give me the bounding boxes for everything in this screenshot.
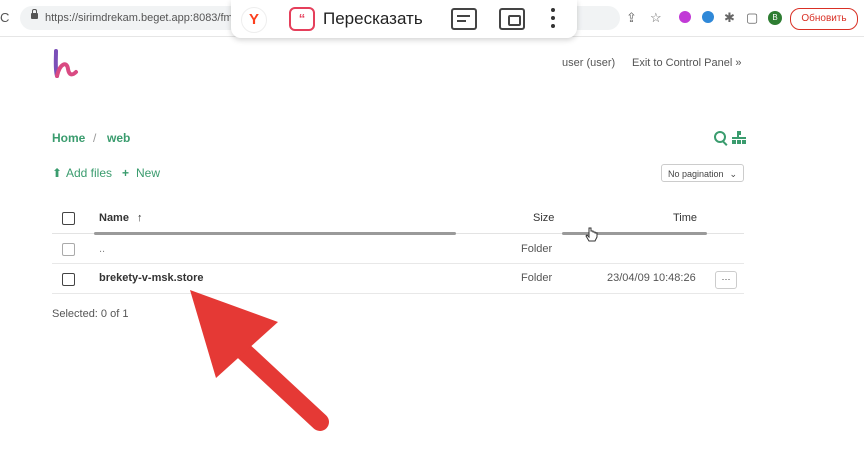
chevron-down-icon: ⌄	[729, 169, 737, 179]
search-icon[interactable]	[714, 131, 726, 143]
row-divider	[52, 263, 744, 264]
subtitles-icon[interactable]	[451, 8, 477, 30]
yandex-logo-icon[interactable]: Y	[241, 7, 267, 33]
more-menu-icon[interactable]	[551, 8, 555, 30]
extension-icon[interactable]	[679, 11, 691, 23]
update-button[interactable]: Обновить	[790, 8, 858, 30]
select-all-checkbox[interactable]	[62, 212, 75, 225]
pagination-select[interactable]: No pagination ⌄	[661, 164, 744, 182]
plus-icon[interactable]: +	[122, 166, 129, 180]
row-checkbox[interactable]	[62, 273, 75, 286]
row-actions-button[interactable]: ···	[715, 271, 737, 289]
upload-icon[interactable]: ⬆	[52, 166, 62, 180]
time-column-header[interactable]: Time	[673, 212, 697, 224]
lock-icon[interactable]	[31, 9, 38, 19]
browser-overlay-toolbar: Y “ Пересказать	[231, 0, 577, 38]
bookmark-star-icon[interactable]: ☆	[650, 10, 662, 26]
profile-avatar[interactable]: B	[768, 11, 782, 25]
file-time: 23/04/09 10:48:26	[607, 272, 696, 284]
extensions-puzzle-icon[interactable]: ✱	[724, 10, 735, 26]
side-panel-icon[interactable]: ▢	[746, 10, 758, 26]
breadcrumb-current[interactable]: web	[107, 131, 130, 145]
row-checkbox[interactable]	[62, 243, 75, 256]
file-size: Folder	[521, 243, 553, 255]
file-size: Folder	[521, 272, 553, 284]
breadcrumb-separator: /	[93, 131, 97, 145]
picture-in-picture-icon[interactable]	[499, 8, 525, 30]
column-resize-bar[interactable]	[94, 232, 456, 235]
reload-icon[interactable]: C	[0, 10, 9, 25]
tree-view-icon[interactable]	[732, 131, 746, 145]
size-column-header[interactable]: Size	[533, 212, 554, 224]
file-name[interactable]: brekety-v-msk.store	[99, 272, 204, 284]
exit-control-panel-link[interactable]: Exit to Control Panel »	[632, 57, 741, 69]
column-resize-bar[interactable]	[562, 232, 707, 235]
retell-button[interactable]: Пересказать	[323, 9, 423, 29]
selection-status: Selected: 0 of 1	[52, 308, 129, 320]
new-button[interactable]: New	[136, 166, 160, 180]
hand-cursor-icon	[585, 227, 598, 242]
breadcrumb-home[interactable]: Home	[52, 131, 85, 145]
sort-ascending-icon[interactable]: ↑	[137, 212, 143, 224]
retell-quote-icon[interactable]: “	[289, 7, 315, 31]
current-user[interactable]: user (user)	[562, 57, 615, 69]
app-logo	[53, 49, 78, 78]
pagination-value: No pagination	[668, 169, 724, 179]
share-icon[interactable]: ⇪	[626, 10, 637, 26]
row-divider	[52, 293, 744, 294]
name-column-header[interactable]: Name	[99, 212, 129, 224]
url-text[interactable]: https://sirimdrekam.beget.app:8083/fm/#	[45, 12, 242, 24]
file-name[interactable]: ..	[99, 243, 105, 255]
extension-icon[interactable]	[702, 11, 714, 23]
add-files-button[interactable]: Add files	[66, 166, 112, 180]
